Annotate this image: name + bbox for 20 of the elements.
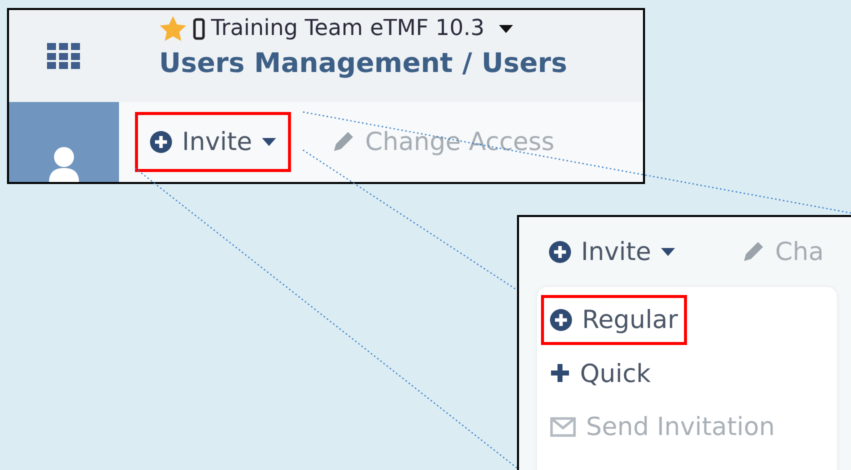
pencil-icon [741, 240, 766, 264]
pencil-icon [331, 130, 356, 154]
plus-circle-icon [549, 241, 571, 263]
project-selector[interactable]: Training Team eTMF 10.3 [211, 12, 485, 45]
invite-dropdown-button[interactable]: Invite [135, 112, 292, 172]
invite-dropdown-button[interactable]: Invite [537, 225, 688, 279]
user-icon[interactable] [47, 146, 81, 182]
plus-icon [550, 363, 570, 384]
mobile-phone-icon [193, 18, 205, 40]
page-title: Users Management / Users [159, 47, 568, 81]
menu-item[interactable]: Quick [541, 348, 660, 398]
star-icon[interactable] [159, 16, 187, 42]
envelope-icon [550, 416, 576, 437]
plus-circle-icon [150, 131, 172, 153]
plus-circle-icon [550, 308, 572, 331]
caret-icon [661, 248, 676, 256]
menu-item[interactable]: Regular [541, 295, 687, 344]
caret-icon [262, 138, 276, 146]
apps-grid-icon[interactable] [47, 43, 81, 69]
caret-icon[interactable] [498, 24, 513, 32]
